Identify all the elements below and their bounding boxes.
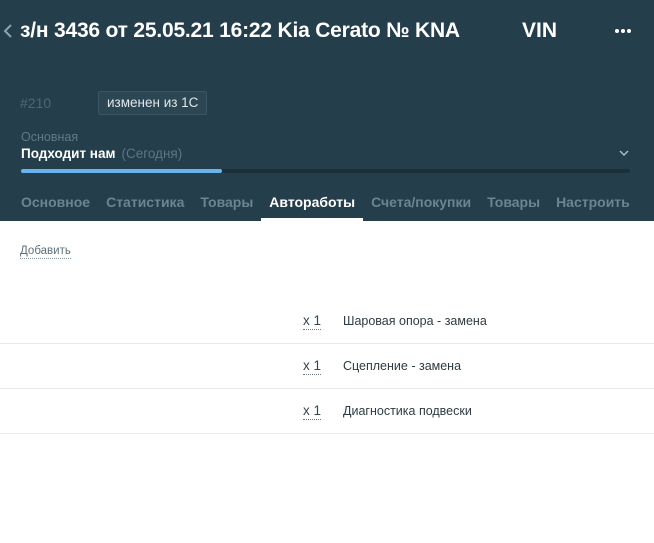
deal-header: з/н 3436 от 25.05.21 16:22 Kia Cerato № … [0, 0, 654, 221]
tab-3[interactable]: Автоработы [261, 188, 364, 221]
funnel-label: Основная [21, 130, 79, 144]
work-list: x 1 Шаровая опора - замена x 1 Сцепление - … [0, 299, 654, 434]
stage-progress [21, 169, 630, 173]
tab-2[interactable]: Товары [192, 188, 261, 221]
deal-title: з/н 3436 от 25.05.21 16:22 Kia Cerato № … [20, 19, 460, 42]
work-name: Сцепление - замена [343, 359, 462, 373]
table-row[interactable]: x 1 Сцепление - замена [0, 344, 654, 389]
chevron-down-icon[interactable] [618, 146, 630, 158]
work-name: Шаровая опора - замена [343, 314, 487, 328]
tab-0[interactable]: Основное [13, 188, 98, 221]
stage-date: (Сегодня) [121, 146, 183, 161]
stage-name: Подходит нам [21, 146, 116, 161]
deal-id: #210 [20, 95, 52, 111]
vin-label: VIN [522, 19, 558, 42]
tab-5[interactable]: Товары [479, 188, 548, 221]
status-badge: изменен из 1С [98, 91, 208, 115]
tab-1[interactable]: Статистика [98, 188, 192, 221]
quantity-link[interactable]: x 1 [303, 313, 322, 330]
tab-6[interactable]: Настроить [548, 188, 638, 221]
tab-bar: Основное Статистика Товары Автоработы Счета/… [13, 188, 638, 221]
more-dots-icon[interactable] [612, 22, 634, 40]
quantity-link[interactable]: x 1 [303, 358, 322, 375]
table-row[interactable]: x 1 Шаровая опора - замена [0, 299, 654, 344]
table-row[interactable]: x 1 Диагностика подвески [0, 389, 654, 434]
add-work-link[interactable]: Добавить [20, 244, 71, 259]
quantity-link[interactable]: x 1 [303, 403, 322, 420]
work-name: Диагностика подвески [343, 404, 472, 418]
chevron-left-icon[interactable] [2, 22, 16, 40]
stage-progress-fill [21, 169, 222, 173]
stage-selector[interactable]: Подходит нам (Сегодня) [21, 146, 182, 161]
tab-4[interactable]: Счета/покупки [363, 188, 479, 221]
